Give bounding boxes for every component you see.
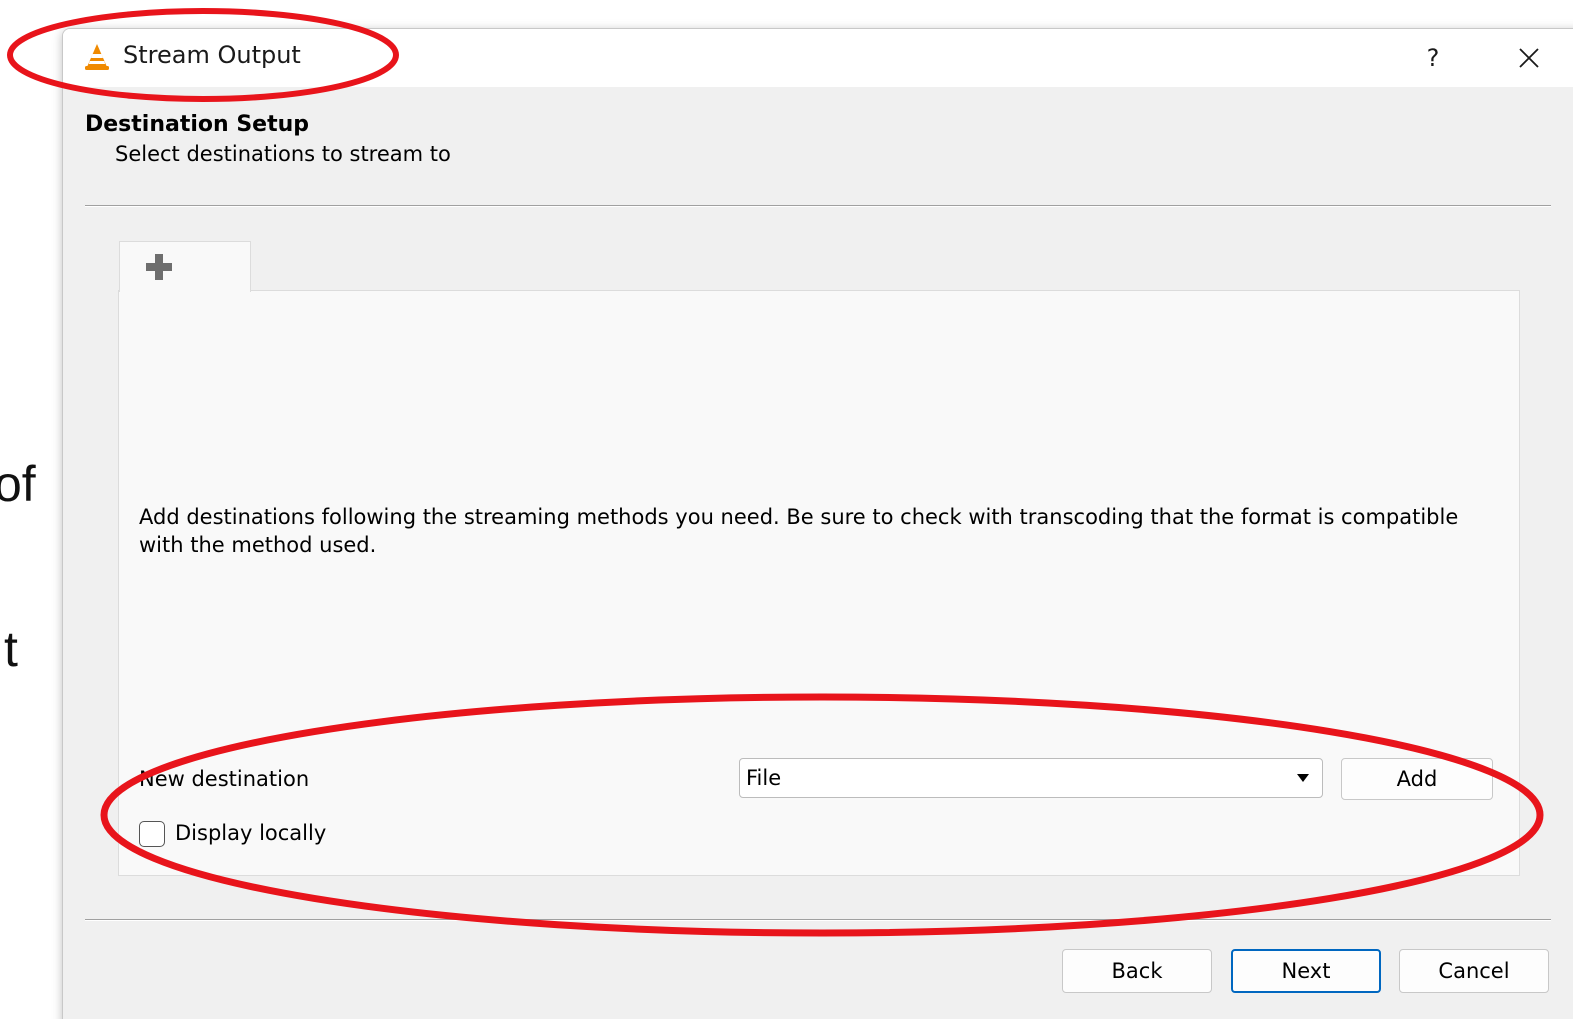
help-button[interactable]: ?	[1403, 35, 1463, 81]
page-title: Destination Setup	[85, 112, 310, 137]
next-button[interactable]: Next	[1231, 949, 1381, 993]
page-subtitle: Select destinations to stream to	[115, 142, 451, 166]
background-text-fragment: t	[4, 621, 18, 677]
header-divider	[85, 205, 1551, 207]
add-button[interactable]: Add	[1341, 758, 1493, 800]
destination-panel: Add destinations following the streaming…	[118, 290, 1520, 876]
display-locally-checkbox[interactable]	[139, 821, 165, 847]
close-icon	[1519, 48, 1539, 68]
destination-type-select[interactable]: File	[739, 758, 1323, 798]
page: of t Stream Output ? Destination Setup S…	[0, 0, 1573, 1019]
footer-divider	[85, 919, 1551, 921]
close-button[interactable]	[1499, 35, 1559, 81]
dropdown-arrow-icon	[1297, 774, 1309, 782]
cancel-button[interactable]: Cancel	[1399, 949, 1549, 993]
new-destination-label: New destination	[139, 767, 310, 791]
stream-output-dialog: Stream Output ? Destination Setup Select…	[62, 28, 1573, 1019]
plus-icon	[146, 254, 172, 280]
title-bar[interactable]: Stream Output ?	[63, 29, 1573, 87]
info-text: Add destinations following the streaming…	[139, 505, 1459, 557]
vlc-cone-icon	[85, 44, 109, 70]
background-text-fragment: of	[0, 456, 36, 512]
back-button[interactable]: Back	[1062, 949, 1212, 993]
dialog-title: Stream Output	[123, 41, 301, 69]
tab-add-destination[interactable]	[119, 241, 251, 292]
display-locally-label[interactable]: Display locally	[175, 821, 326, 845]
select-value: File	[746, 766, 782, 790]
